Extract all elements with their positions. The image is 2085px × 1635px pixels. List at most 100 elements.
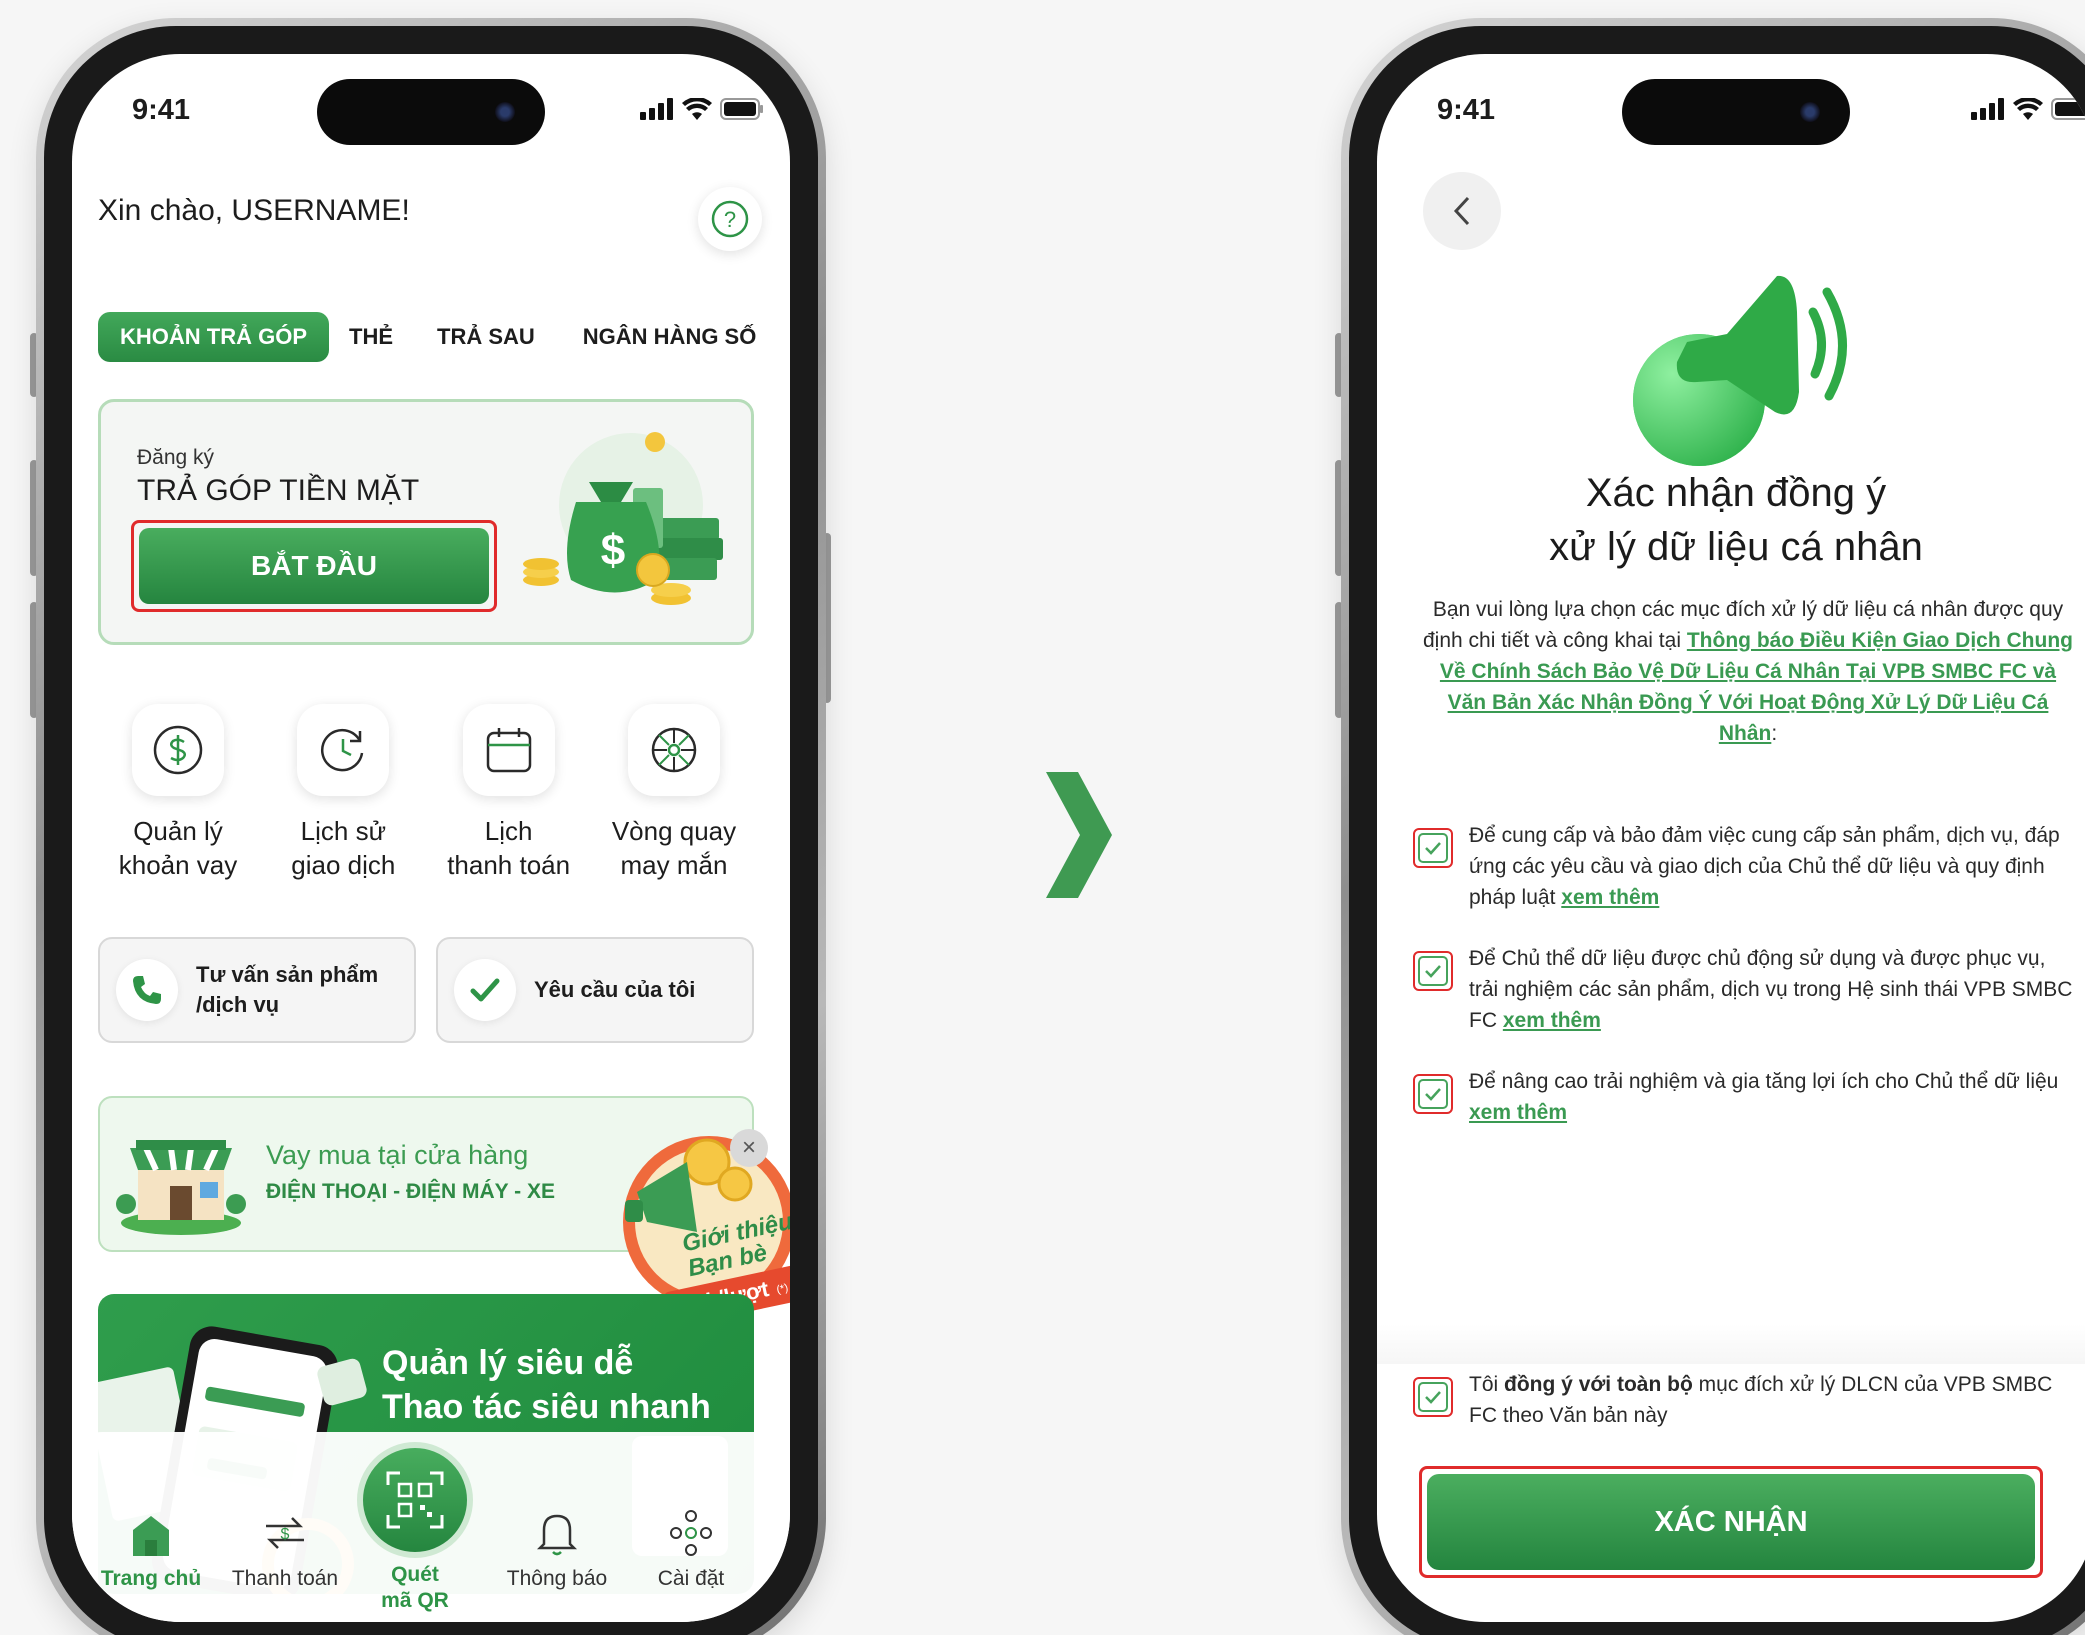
home-icon xyxy=(133,1516,169,1556)
speaker-icon xyxy=(1633,275,1847,466)
quick-loan-management[interactable]: Quản lý khoản vay xyxy=(98,704,258,882)
see-more-link[interactable]: xem thêm xyxy=(1469,1101,1567,1124)
consent-title: Xác nhận đồng ý xử lý dữ liệu cá nhân xyxy=(1377,466,2085,574)
status-bar: 9:41 xyxy=(1377,94,2085,134)
nav-label: Thanh toán xyxy=(231,1567,339,1590)
checkmark-icon xyxy=(1425,1088,1441,1101)
nav-label: Quét mã QR xyxy=(381,1563,449,1612)
agree-all-checkbox[interactable] xyxy=(1418,1382,1448,1412)
nav-home[interactable]: Trang chủ xyxy=(86,1502,216,1592)
quick-label-line2: giao dịch xyxy=(291,850,396,880)
option-text: Để nâng cao trải nghiệm và gia tăng lợi … xyxy=(1469,1070,2059,1093)
agree-bold: đồng ý với toàn bộ xyxy=(1504,1373,1693,1396)
quick-label-line1: Lịch sử xyxy=(300,816,386,846)
store-icon xyxy=(116,1140,246,1235)
right-phone: 9:41 Xác nhận đồng ý xử lý dữ liệu cá nh… xyxy=(1341,18,2085,1635)
status-time: 9:41 xyxy=(132,94,191,126)
left-phone: 9:41 Xin chào, USERNAME! ? KHOẢN TRẢ GÓP… xyxy=(36,18,826,1635)
consent-screen: 9:41 Xác nhận đồng ý xử lý dữ liệu cá nh… xyxy=(1377,54,2085,1622)
status-time: 9:41 xyxy=(1437,94,1496,126)
battery-icon xyxy=(720,98,763,120)
quick-label-line2: khoản vay xyxy=(118,850,238,880)
consent-checkbox[interactable] xyxy=(1418,1079,1448,1109)
check-icon xyxy=(470,978,500,1002)
chevron-left-icon xyxy=(1453,196,1470,226)
banner-line1: Quản lý siêu dễ xyxy=(382,1344,634,1382)
option-text: Để cung cấp và bảo đảm việc cung cấp sản… xyxy=(1469,824,2060,909)
checkmark-icon xyxy=(1425,842,1441,855)
see-more-link[interactable]: xem thêm xyxy=(1561,886,1659,909)
dollar-circle-icon xyxy=(153,725,203,775)
cash-installment-promo: Đăng ký TRẢ GÓP TIỀN MẶT BẮT ĐẦU $ xyxy=(98,399,754,645)
agree-all-option: Tôi đồng ý với toàn bộ mục đích xử lý DL… xyxy=(1413,1369,2079,1431)
quick-actions: Quản lý khoản vay Lịch sử giao dịch Lịch th… xyxy=(98,704,754,882)
nav-notifications[interactable]: Thông báo xyxy=(492,1502,622,1592)
bottom-navigation: Trang chủ $ Thanh toán Quét mã QR Thông … xyxy=(72,1432,790,1622)
quick-label-line1: Vòng quay xyxy=(611,816,737,846)
help-button[interactable]: ? xyxy=(698,187,762,251)
checkbox-highlight xyxy=(1413,1074,1453,1114)
checkbox-highlight xyxy=(1413,1377,1453,1417)
grid-dots-icon xyxy=(670,1510,712,1556)
money-bag-icon: $ xyxy=(523,432,723,605)
tab-installment[interactable]: KHOẢN TRẢ GÓP xyxy=(98,312,329,362)
consent-option-1: Để cung cấp và bảo đảm việc cung cấp sản… xyxy=(1413,820,2079,913)
svg-text:?: ? xyxy=(724,207,736,232)
transfer-icon: $ xyxy=(266,1517,304,1549)
quick-lucky-wheel[interactable]: Vòng quay may mắn xyxy=(594,704,754,882)
checkbox-highlight xyxy=(1413,828,1453,868)
close-referral-button[interactable]: × xyxy=(730,1129,768,1167)
status-bar: 9:41 xyxy=(72,94,790,134)
signal-icon xyxy=(640,98,673,120)
wifi-icon xyxy=(682,98,712,120)
home-screen: 9:41 Xin chào, USERNAME! ? KHOẢN TRẢ GÓP… xyxy=(72,54,790,1622)
consent-checkbox[interactable] xyxy=(1418,956,1448,986)
qr-scan-button[interactable] xyxy=(357,1442,473,1558)
start-button[interactable]: BẮT ĐẦU xyxy=(139,528,489,604)
consent-checkbox[interactable] xyxy=(1418,833,1448,863)
quick-label-line2: may mắn xyxy=(620,850,728,880)
tab-pay-later[interactable]: TRẢ SAU xyxy=(413,312,559,362)
checkbox-highlight xyxy=(1413,951,1453,991)
quick-payment-calendar[interactable]: Lịch thanh toán xyxy=(429,704,589,882)
consult-card[interactable]: Tư vấn sản phẩm/dịch vụ xyxy=(98,937,416,1043)
nav-payment[interactable]: $ Thanh toán xyxy=(220,1502,350,1592)
store-loan-title: Vay mua tại cửa hàng xyxy=(266,1140,529,1170)
quick-label-line1: Lịch xyxy=(484,816,533,846)
my-requests-card[interactable]: Yêu cầu của tôi xyxy=(436,937,754,1043)
nav-settings[interactable]: Cài đặt xyxy=(626,1502,756,1592)
quick-label-line2: thanh toán xyxy=(447,850,571,880)
title-line2: xử lý dữ liệu cá nhân xyxy=(1549,525,1923,569)
product-tabs: KHOẢN TRẢ GÓP THẺ TRẢ SAU NGÂN HÀNG SỐ xyxy=(98,312,780,362)
agree-pre: Tôi xyxy=(1469,1373,1499,1396)
intro-end: : xyxy=(1771,722,1778,745)
banner-line2: Thao tác siêu nhanh xyxy=(382,1388,711,1426)
confirm-button[interactable]: XÁC NHẬN xyxy=(1427,1474,2035,1570)
nav-scan-qr[interactable]: Quét mã QR xyxy=(350,1562,480,1614)
qr-scan-icon xyxy=(386,1471,444,1529)
referral-note: (*) xyxy=(775,1282,789,1296)
consult-label-line1: Tư vấn sản phẩm xyxy=(196,962,379,987)
promo-small-label: Đăng ký xyxy=(137,446,215,469)
promo-title: TRẢ GÓP TIỀN MẶT xyxy=(137,474,420,507)
quick-label-line1: Quản lý xyxy=(133,816,223,846)
tab-card[interactable]: THẺ xyxy=(329,312,413,362)
svg-text:$: $ xyxy=(601,526,625,575)
calendar-icon xyxy=(486,728,531,773)
wifi-icon xyxy=(2013,98,2043,120)
back-button[interactable] xyxy=(1423,172,1501,250)
question-icon: ? xyxy=(711,200,749,238)
see-more-link[interactable]: xem thêm xyxy=(1503,1009,1601,1032)
battery-icon xyxy=(2051,98,2085,120)
consent-intro: Bạn vui lòng lựa chọn các mục đích xử lý… xyxy=(1419,594,2077,749)
nav-label: Trang chủ xyxy=(100,1567,202,1590)
footer-divider xyxy=(1377,1324,2085,1364)
title-line1: Xác nhận đồng ý xyxy=(1585,471,1887,515)
bell-icon xyxy=(536,1514,578,1556)
my-requests-label: Yêu cầu của tôi xyxy=(534,977,696,1002)
greeting: Xin chào, USERNAME! xyxy=(98,194,410,227)
quick-transaction-history[interactable]: Lịch sử giao dịch xyxy=(263,704,423,882)
tab-digital-bank[interactable]: NGÂN HÀNG SỐ xyxy=(559,312,781,362)
checkmark-icon xyxy=(1425,965,1441,978)
checkmark-icon xyxy=(1425,1391,1441,1404)
